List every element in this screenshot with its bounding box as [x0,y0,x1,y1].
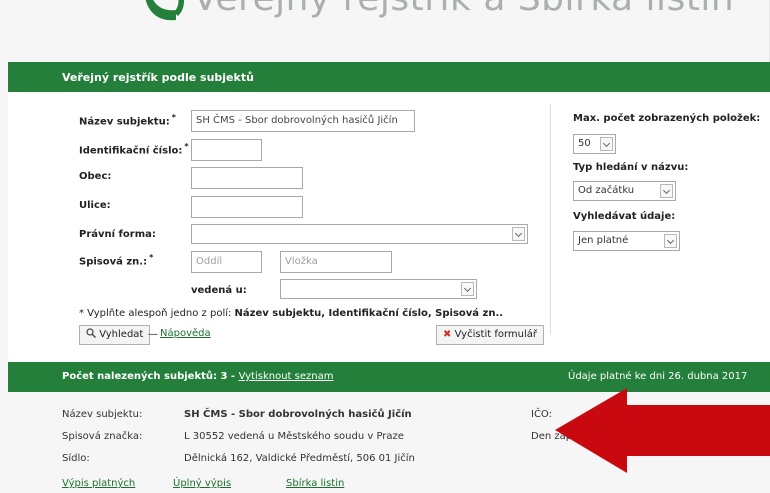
ico-label: Identifikační číslo: * [79,142,189,157]
result-sidlo-value: Dělnická 162, Valdické Předměstí, 506 01… [184,453,415,464]
form-section-header: Veřejný rejstřík podle subjektů [8,62,770,92]
valid-date: Údaje platné ke dni 26. dubna 2017 [568,371,748,382]
result-spis-value: L 30552 vedená u Městského soudu v Praze [184,431,404,442]
obec-label: Obec: [79,171,112,182]
ulice-input[interactable] [191,196,303,218]
help-link[interactable]: Nápověda [160,328,211,339]
help-separator: — [148,329,158,340]
clear-form-button[interactable]: ✖ Vyčistit formulář [436,325,545,345]
chevron-down-icon [600,137,613,151]
form-section-title: Veřejný rejstřík podle subjektů [62,71,254,84]
ulice-label: Ulice: [79,200,111,211]
result-name-label: Název subjektu: [62,409,143,420]
vedena-label: vedená u: [191,285,247,296]
valid-extract-link[interactable]: Výpis platných [62,478,135,489]
search-data-value: Jen platné [578,235,629,246]
form-divider [550,104,551,334]
name-label: Název subjektu: * [79,113,176,128]
vedena-select[interactable] [280,279,477,299]
search-icon [86,328,96,338]
results-count-label: Počet nalezených subjektů: 3 - [62,371,239,382]
document-collection-link[interactable]: Sbírka listin [286,478,344,489]
print-list-link[interactable]: Vytisknout seznam [239,371,334,382]
search-button[interactable]: Vyhledat [79,325,151,345]
result-spis-label: Spisová značka: [62,431,143,442]
max-count-label: Max. počet zobrazených položek: [573,113,761,124]
result-ico-label: IČO: [531,409,552,420]
vlozka-input[interactable]: Vložka [280,251,392,273]
logo-icon [145,0,184,21]
result-name-value: SH ČMS - Sbor dobrovolných hasičů Jičín [184,409,412,420]
required-note-fields: Název subjektu, Identifikační číslo, Spi… [234,308,504,319]
chevron-down-icon [664,234,677,248]
search-type-value: Od začátku [578,185,635,196]
search-button-label: Vyhledat [99,329,144,340]
search-type-label: Typ hledání v názvu: [573,162,689,173]
oddil-input[interactable]: Oddíl [191,251,262,273]
required-note: * Vyplňte alespoň jedno z polí: Název su… [79,308,503,319]
arrow-shape [555,388,770,473]
result-sidlo-label: Sídlo: [62,453,90,464]
required-note-prefix: * Vyplňte alespoň jedno z polí: [79,308,235,319]
close-icon: ✖ [443,329,452,340]
name-input[interactable]: SH ČMS - Sbor dobrovolných hasičů Jičín [191,110,415,132]
chevron-down-icon [461,282,474,296]
max-count-select[interactable]: 50 [573,134,616,154]
red-arrow-overlay [555,388,770,473]
spisova-zn-label: Spisová zn.: * [79,253,154,268]
clear-form-label: Vyčistit formulář [454,329,538,340]
chevron-down-icon [660,184,673,198]
search-data-label: Vyhledávat údaje: [573,211,676,222]
ico-input[interactable] [191,139,262,161]
chevron-down-icon [512,227,525,241]
max-count-value: 50 [578,138,591,149]
results-count: Počet nalezených subjektů: 3 - Vytisknou… [62,371,333,382]
full-extract-link[interactable]: Úplný výpis [173,478,231,489]
search-data-select[interactable]: Jen platné [573,231,680,251]
search-type-select[interactable]: Od začátku [573,181,676,201]
pravni-forma-label: Právní forma: [79,229,156,240]
site-header: Veřejný rejstřík a Sbírka listin [0,0,770,62]
obec-input[interactable] [191,167,303,189]
site-title[interactable]: Veřejný rejstřík a Sbírka listin [193,0,734,19]
pravni-forma-select[interactable] [191,224,528,244]
